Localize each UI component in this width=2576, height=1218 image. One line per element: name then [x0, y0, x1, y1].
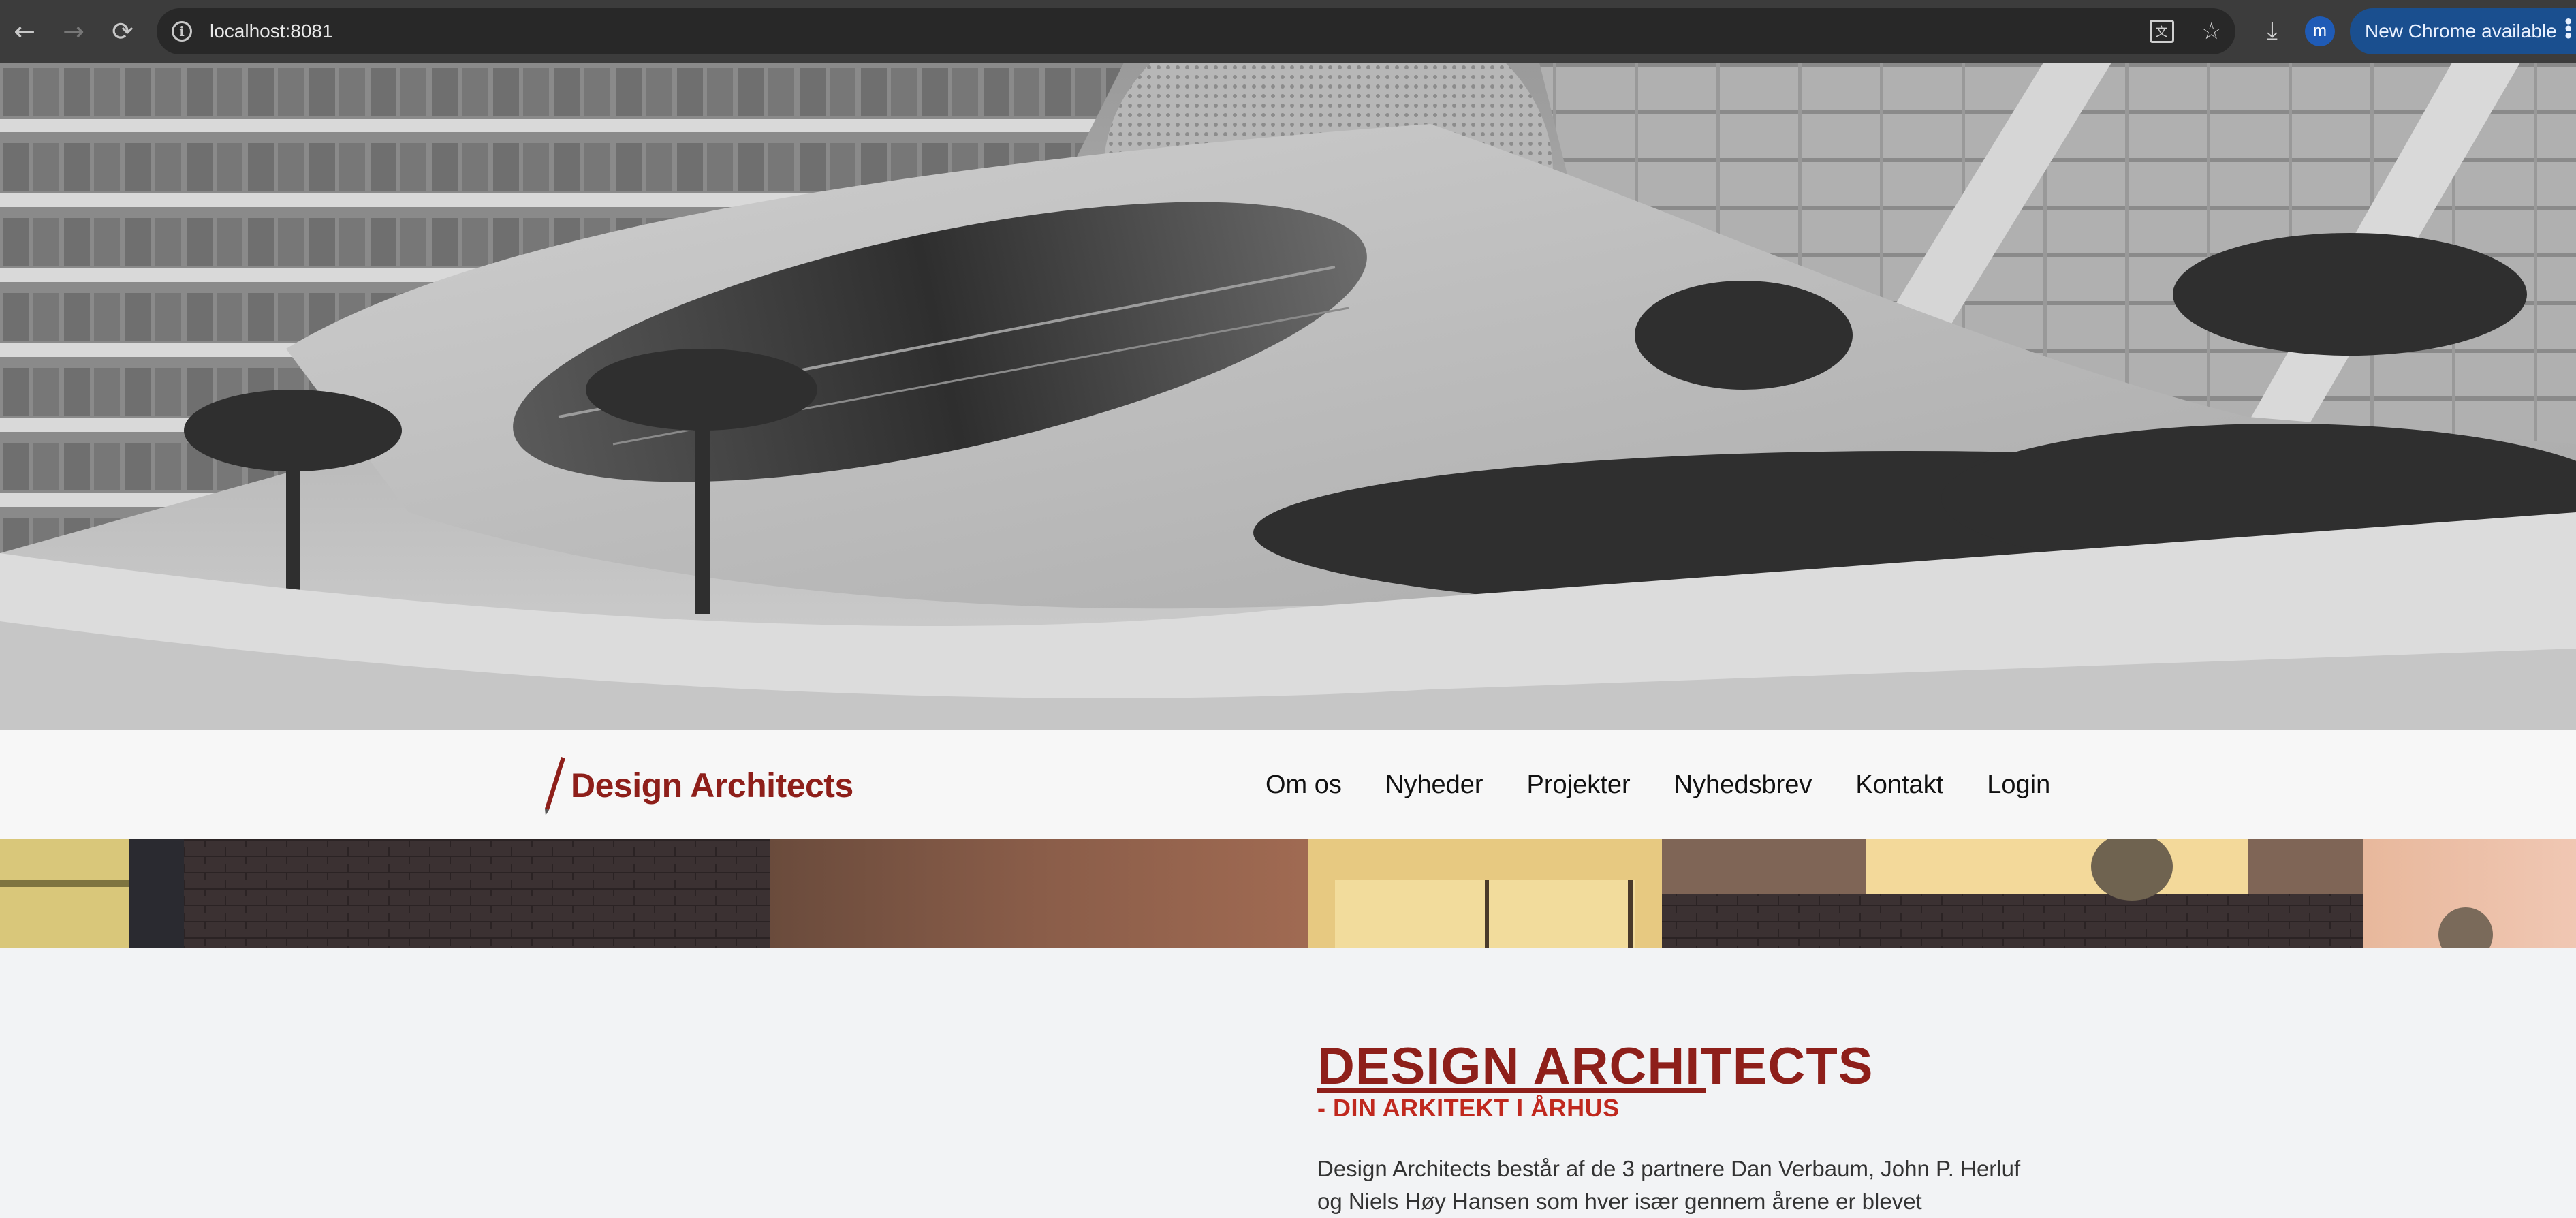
update-label: New Chrome available: [2365, 20, 2557, 42]
intro-paragraph: Design Architects består af de 3 partner…: [1317, 1156, 2021, 1214]
reload-icon[interactable]: ⟳: [98, 0, 147, 63]
nav-link-om-os[interactable]: Om os: [1266, 770, 1342, 800]
menu-kebab-icon[interactable]: •••: [2557, 18, 2576, 40]
site-header: Design Architects Om os Nyheder Projekte…: [0, 730, 2576, 839]
download-icon[interactable]: ⤓: [2255, 14, 2290, 49]
brand-name: Design Architects: [571, 766, 853, 805]
forward-icon[interactable]: →: [49, 0, 98, 63]
chrome-update-button[interactable]: New Chrome available •••: [2350, 8, 2576, 54]
browser-toolbar: ← → ⟳ i localhost:8081 文 ☆ ⤓ m New Chrom…: [0, 0, 2576, 63]
page-subtitle: - DIN ARKITEKT I ÅRHUS: [1317, 1094, 1620, 1122]
hero-image: [0, 63, 2576, 730]
header-background-image: [0, 839, 2576, 948]
title-underline: [1317, 1088, 1706, 1093]
nav-link-projekter[interactable]: Projekter: [1527, 770, 1631, 800]
nav-link-nyheder[interactable]: Nyheder: [1385, 770, 1483, 800]
intro-section: DESIGN ARCHITECTS - DIN ARKITEKT I ÅRHUS…: [0, 948, 2576, 1214]
back-icon[interactable]: ←: [0, 0, 49, 63]
translate-icon[interactable]: 文: [2149, 20, 2174, 43]
url-text[interactable]: localhost:8081: [210, 20, 333, 42]
profile-avatar[interactable]: m: [2305, 16, 2335, 46]
nav-link-login[interactable]: Login: [1987, 770, 2050, 800]
site-info-icon[interactable]: i: [172, 21, 192, 42]
page-title: DESIGN ARCHITECTS: [1317, 1037, 1874, 1095]
brand-logo-link[interactable]: Design Architects: [542, 755, 853, 816]
address-bar[interactable]: i localhost:8081 文 ☆: [157, 8, 2235, 54]
nav-link-nyhedsbrev[interactable]: Nyhedsbrev: [1674, 770, 1812, 800]
bookmark-star-icon[interactable]: ☆: [2201, 18, 2222, 45]
main-nav: Om os Nyheder Projekter Nyhedsbrev Konta…: [1266, 730, 2050, 839]
nav-link-kontakt[interactable]: Kontakt: [1855, 770, 1943, 800]
pencil-logo-icon: [545, 757, 565, 815]
